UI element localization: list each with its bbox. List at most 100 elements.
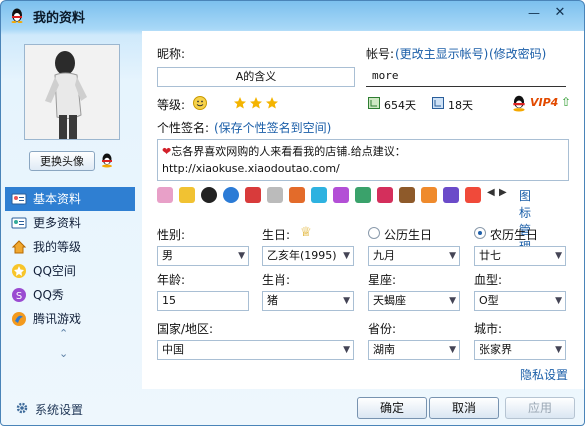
badge-pai-icon[interactable] (223, 187, 239, 203)
birth-year-select[interactable]: 乙亥年(1995) ▼ (262, 246, 354, 266)
sidebar-item-label: 更多资料 (33, 216, 82, 230)
sidebar-item-label: QQ秀 (33, 288, 64, 302)
signature-text: 忘各界喜欢网购的人来看看我的店铺.给点建议：http://xiaokuse.xi… (162, 145, 406, 175)
scroll-down-icon[interactable]: ⌄ (59, 347, 68, 360)
gender-label: 性别: (157, 228, 186, 242)
change-main-account-link[interactable]: (更改主显示帐号) (395, 45, 488, 62)
minimize-icon[interactable]: — (525, 5, 543, 21)
lunar-calendar-radio[interactable] (474, 227, 486, 239)
country-value: 中国 (162, 343, 184, 356)
more-info-icon (11, 217, 27, 229)
title-bar[interactable]: 我的资料 — ✕ (1, 1, 584, 31)
zodiac-value: 猪 (267, 294, 278, 307)
change-avatar-button[interactable]: 更换头像 (29, 151, 95, 171)
vip-level: VIP4 (530, 96, 559, 109)
chevron-down-icon: ▼ (343, 296, 350, 306)
sidebar-item-my-level[interactable]: 我的等级 (5, 235, 135, 259)
chevron-down-icon: ▼ (449, 251, 456, 261)
birth-month-value: 九月 (373, 249, 395, 262)
chevron-down-icon: ▼ (555, 296, 562, 306)
qzone-star-icon (12, 264, 26, 278)
nickname-label: 昵称: (157, 47, 186, 61)
sidebar-item-label: QQ空间 (33, 264, 76, 278)
gender-value: 男 (162, 249, 173, 262)
blood-type-value: O型 (479, 294, 499, 307)
chevron-down-icon: ▼ (555, 251, 562, 261)
level-label: 等级: (157, 98, 186, 112)
profile-window: 我的资料 — ✕ ➤ 更换头像 基本资料 (0, 0, 585, 426)
sidebar-item-qqshow[interactable]: S QQ秀 (5, 283, 135, 307)
zodiac-label: 生肖: (262, 273, 291, 287)
privacy-settings-link[interactable]: 隐私设置 (520, 366, 568, 383)
badge-penguin-icon[interactable] (201, 187, 217, 203)
qqshow-icon: S (12, 288, 26, 302)
signature-field[interactable]: ❤忘各界喜欢网购的人来看看我的店铺.给点建议：http://xiaokuse.x… (157, 139, 569, 181)
system-settings-link[interactable]: 系统设置 (35, 401, 83, 418)
window-title: 我的资料 (33, 11, 86, 26)
badge-next-icon[interactable]: ▶ (499, 187, 507, 198)
account-label: 帐号: (366, 47, 395, 61)
province-select[interactable]: 湖南 ▼ (368, 340, 460, 360)
chevron-down-icon: ▼ (343, 345, 350, 355)
badge-rose-icon[interactable] (377, 187, 393, 203)
sidebar-item-more-info[interactable]: 更多资料 (5, 211, 135, 235)
apply-button[interactable]: 应用 (505, 397, 575, 419)
account-field: more (366, 67, 566, 87)
badge-green-icon[interactable] (355, 187, 371, 203)
sidebar-item-basic-info[interactable]: 基本资料 (5, 187, 135, 211)
ok-button[interactable]: 确定 (357, 397, 427, 419)
city-select[interactable]: 张家界 ▼ (474, 340, 566, 360)
nickname-field[interactable]: A的含义 (157, 67, 355, 87)
cancel-button[interactable]: 取消 (429, 397, 499, 419)
birth-day-value: 廿七 (479, 249, 501, 262)
badge-red-icon[interactable] (245, 187, 261, 203)
age-field: 15 (157, 291, 249, 311)
badge-cyan-icon[interactable] (311, 187, 327, 203)
lunar-calendar-label: 农历生日 (490, 228, 539, 242)
scroll-up-icon[interactable]: ⌃ (59, 327, 68, 340)
badge-prev-icon[interactable]: ◀ (487, 187, 495, 198)
badge-gray-icon[interactable] (267, 187, 283, 203)
badge-diamond-icon[interactable] (333, 187, 349, 203)
bottom-bar: 系统设置 确定 取消 应用 (1, 389, 584, 425)
heart-icon: ❤ (162, 145, 172, 158)
solar-calendar-label: 公历生日 (384, 228, 433, 242)
solar-calendar-radio[interactable] (368, 227, 380, 239)
online-days-icon (368, 97, 380, 109)
vip-penguin-icon[interactable] (510, 94, 528, 112)
birth-day-select[interactable]: 廿七 ▼ (474, 246, 566, 266)
age-value: 15 (162, 294, 176, 307)
sidebar-item-label: 腾讯游戏 (33, 312, 82, 326)
province-label: 省份: (368, 322, 397, 336)
badge-game-icon[interactable] (465, 187, 481, 203)
blood-type-select[interactable]: O型 ▼ (474, 291, 566, 311)
signature-label: 个性签名: (157, 121, 210, 135)
city-value: 张家界 (479, 343, 512, 356)
sidebar-item-qzone[interactable]: QQ空间 (5, 259, 135, 283)
badge-brown-icon[interactable] (399, 187, 415, 203)
save-signature-link[interactable]: (保存个性签名到空间) (214, 119, 331, 136)
country-select[interactable]: 中国 ▼ (157, 340, 354, 360)
icon-manage-link[interactable]: 图标管理 (519, 187, 531, 255)
level-icons[interactable] (192, 95, 278, 111)
badge-orange-icon[interactable] (289, 187, 305, 203)
badge-purple-icon[interactable] (443, 187, 459, 203)
gender-select[interactable]: 男 ▼ (157, 246, 249, 266)
country-label: 国家/地区: (157, 322, 214, 336)
badge-amber-icon[interactable] (421, 187, 437, 203)
profile-card-icon (11, 193, 27, 205)
gear-icon[interactable] (15, 401, 29, 415)
crown-icon: ♕ (300, 225, 312, 240)
avatar[interactable] (24, 44, 120, 140)
badge-gold-icon[interactable] (179, 187, 195, 203)
badge-heart-icon[interactable] (157, 187, 173, 203)
star-sign-select[interactable]: 天蝎座 ▼ (368, 291, 460, 311)
birth-month-select[interactable]: 九月 ▼ (368, 246, 460, 266)
chevron-down-icon: ▼ (343, 251, 350, 261)
close-icon[interactable]: ✕ (551, 5, 569, 21)
sidebar-item-tencent-games[interactable]: 腾讯游戏 (5, 307, 135, 331)
qq-show-icon[interactable] (99, 152, 115, 168)
zodiac-select[interactable]: 猪 ▼ (262, 291, 354, 311)
blood-type-label: 血型: (474, 273, 503, 287)
change-password-link[interactable]: (修改密码) (489, 45, 546, 62)
